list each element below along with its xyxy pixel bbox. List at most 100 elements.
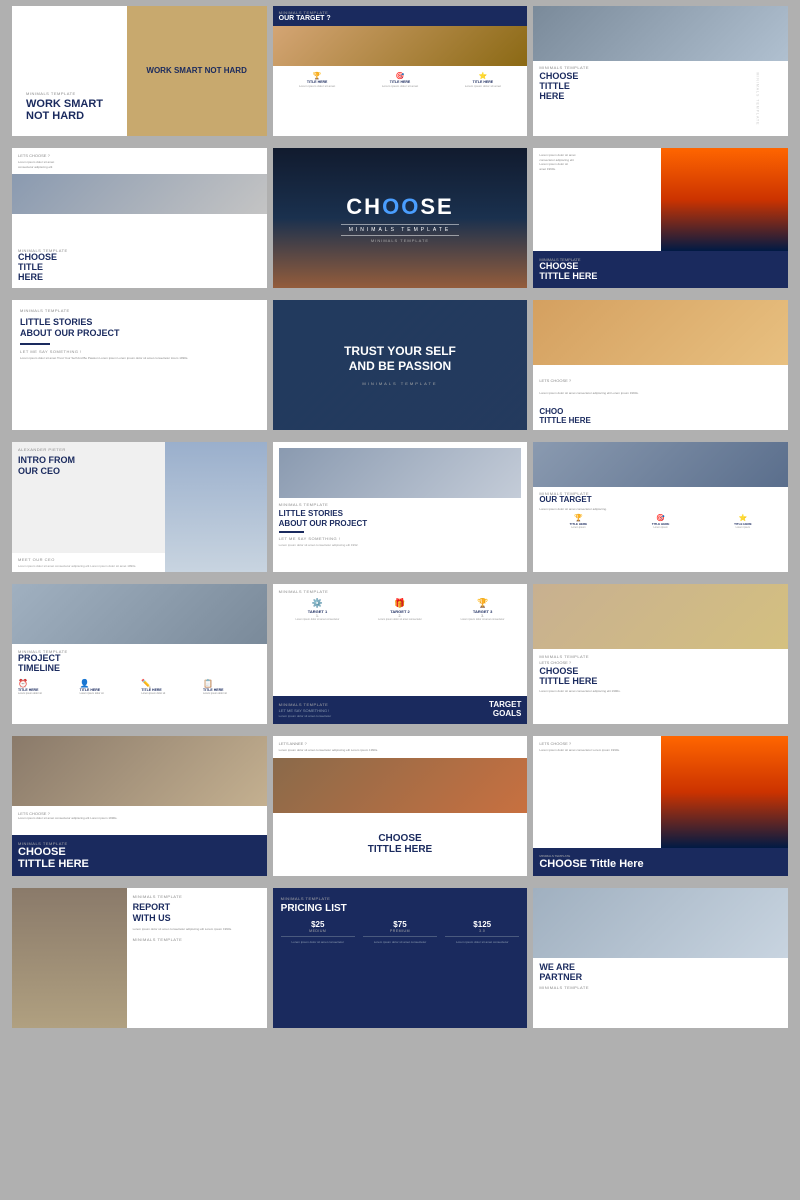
choose-tittle-left-title: CHOOSETITTLE HERE [18,846,261,870]
price2: $75 PREMIUM Lorem ipsum dolor sit amet c… [363,920,437,1020]
price3-name: 3.0 [445,929,519,933]
little-stories-label: MINIMALS TEMPLATE [20,308,259,313]
slide-report: MINIMALS TEMPLATE REPORTWITH US Lorem ip… [12,888,267,1028]
price1-text: Lorem ipsum dolor sit amet consectetur [281,940,355,944]
timeline-icon4: 📋 TITLE HERE Lorem ipsum dolor sit [203,679,261,696]
choose-big-title: CHOOSE [341,194,460,220]
choose-tittle-right-title: CHOOSE Tittle Here [539,858,782,870]
report-mini-label: MINIMALS TEMPLATE [133,937,261,942]
slide-target-goals: MINIMALS TEMPLATE ⚙️ TARGET 1 1. Lorem i… [273,584,528,724]
timeline-icon3: ✏️ TITLE HERE Lorem ipsum dolor sit [141,679,199,696]
price3-text: Lorem ipsum dolor sit amet consectetur [445,940,519,944]
little-stories-subtitle: LET ME SAY SOMETHING ! [20,349,259,354]
lets-choose-r1-sidebar: MINIMALS TEMPLATE [755,72,759,125]
price2-text: Lorem ipsum dolor sit amet consectetur [363,940,437,944]
target-goals-bottom-text: MINIMALS TEMPLATE LET ME SAY SOMETHING !… [279,702,332,718]
we-are-partner-mini: MINIMALS TEMPLATE [539,985,782,990]
little-stories-divider [20,343,50,345]
choose-sunset-bottom: MINIMALS TEMPLATE CHOOSETITTLE HERE [533,251,788,288]
choose-big-mini: MINIMALS TEMPLATE [341,238,460,243]
slide-choose-tittle-right: LETS CHOOSE ? Lorem ipsum dolor sit amet… [533,736,788,876]
choose-sunset-image [661,148,788,251]
our-target-title: OUR TARGET ? [279,15,522,22]
trust-content: TRUST YOUR SELFAND BE PASSION MINIMALS T… [334,334,466,396]
our-target2-icon3: ⭐ TITLE HERE Lorem ipsum [704,514,782,529]
our-target2-icon1: 🏆 TITLE HERE Lorem ipsum [539,514,617,529]
price1-amount: $25 [281,920,355,929]
slide-work-smart: WORK SMART NOT HARD MINIMALS TEMPLATE WO… [12,6,267,136]
choose-sunset-text: Lorem ipsum dolor sit ametconsectetur ad… [533,148,660,251]
trust-title: TRUST YOUR SELFAND BE PASSION [344,344,456,373]
choose-middle-title: CHOOSETITTLE HERE [368,833,432,855]
slide-lets-choose-r1: MINIMALS TEMPLATE CHOOSETITTLEHERE MINIM… [533,6,788,136]
lets-choose-r1-title: CHOOSETITTLEHERE [539,72,782,102]
choose-lets-body: Lorem ipsum dolor sit amet consectetur a… [533,391,788,396]
lets-choose-l2-label: LETS CHOOSE ? [18,153,261,158]
choose-middle-label: LETS ANNEE ? [279,741,522,746]
target1: ⚙️ TARGET 1 1. Lorem ipsum dolor sit ame… [279,598,357,622]
choose-woman-body: Lorem ipsum dolor sit amet consectetur a… [539,689,782,694]
project-timeline-icons: ⏰ TITLE HERE Lorem ipsum dolor sit 👤 TIT… [18,679,261,696]
choose-big-sublabel: MINIMALS TEMPLATE [341,224,460,236]
target-goals-top: MINIMALS TEMPLATE ⚙️ TARGET 1 1. Lorem i… [273,584,528,696]
hand-photo-bottom: MINIMALS TEMPLATE CHOOSETITTLE HERE [12,835,267,876]
project-timeline-image [12,584,267,644]
report-label: MINIMALS TEMPLATE [133,894,261,899]
project-timeline-title: PROJECTTIMELINE [18,654,261,674]
price3-amount: $125 [445,920,519,929]
choose-sunset2-bottom: MINIMALS TEMPLATE CHOOSE Tittle Here [533,848,788,876]
timeline-icon1: ⏰ TITLE HERE Lorem ipsum dolor sit [18,679,76,696]
pricing-title: PRICING LIST [281,903,520,914]
target-goals-bottom: MINIMALS TEMPLATE LET ME SAY SOMETHING !… [273,696,528,724]
our-target-image [273,26,528,66]
little-stories2-image [279,448,522,498]
slide-lets-choose-l2: LETS CHOOSE ? Lorem ipsum dolor sit amet… [12,148,267,288]
our-target2-image [533,442,788,487]
little-stories2-subtitle: LET ME SAY SOMETHING ! [279,536,522,541]
slide-intro-ceo: ALEXANDER PIETER INTRO FROMOUR CEO MEET … [12,442,267,572]
we-are-partner-content: WE AREPARTNER MINIMALS TEMPLATE [533,958,788,1028]
lets-choose-l2-title: CHOOSETITLEHERE [18,253,261,283]
target-icon-1: 🏆 TITLE HERE Lorem ipsum dolor sit amet [279,72,356,88]
slide-choose-middle: LETS ANNEE ? Lorem ipsum dolor sit amet … [273,736,528,876]
work-smart-sign: WORK SMART NOT HARD [142,62,250,80]
slide-choose-lets: LETS CHOOSE ? Lorem ipsum dolor sit amet… [533,300,788,430]
lets-choose-l2-top: LETS CHOOSE ? Lorem ipsum dolor sit amet… [12,148,267,174]
hand-photo-image [12,736,267,806]
report-body: Lorem ipsum dolor sit amet consectetur a… [133,927,261,932]
choose-lets-bottom: CHOOTITTLE HERE [533,404,788,430]
hand-photo-content: LETS CHOOSE ? Lorem ipsum dolor sit amet… [12,806,267,835]
slide-project-timeline: MINIMALS TEMPLATE PROJECTTIMELINE ⏰ TITL… [12,584,267,724]
choose-sunset-body: Lorem ipsum dolor sit ametconsectetur ad… [539,153,654,171]
slide-trust: TRUST YOUR SELFAND BE PASSION MINIMALS T… [273,300,528,430]
our-target2-icon2: 🎯 TITLE HERE Lorem ipsum [622,514,700,529]
report-image [12,888,127,1028]
little-stories-body: Lorem ipsum dolor sit amet Trust Your Se… [20,356,259,361]
trust-mini: MINIMALS TEMPLATE [344,381,456,386]
target3: 🏆 TARGET 3 3. Lorem ipsum dolor sit amet… [444,598,522,622]
report-title: REPORTWITH US [133,902,261,924]
slide-our-target: MINIMALS TEMPLATE OUR TARGET ? 🏆 TITLE H… [273,6,528,136]
our-target2-content: MINIMALS TEMPLATE OUR TARGET Lorem ipsum… [533,487,788,572]
choose-sunset-title: CHOOSETITTLE HERE [539,262,782,282]
target2: 🎁 TARGET 2 2. Lorem ipsum dolor sit amet… [361,598,439,622]
pricing-row: $25 MEDIUM Lorem ipsum dolor sit amet co… [281,920,520,1020]
little-stories2-label: MINIMALS TEMPLATE [279,502,522,507]
price1: $25 MEDIUM Lorem ipsum dolor sit amet co… [281,920,355,1020]
target-goals-targets: ⚙️ TARGET 1 1. Lorem ipsum dolor sit ame… [279,598,522,622]
slide-choose-sunset: Lorem ipsum dolor sit ametconsectetur ad… [533,148,788,288]
we-are-partner-image [533,888,788,958]
our-target2-title: OUR TARGET [539,496,782,505]
slide-choose-tittle-left: LETS CHOOSE ? Lorem ipsum dolor sit amet… [12,736,267,876]
slide-we-are-partner: WE AREPARTNER MINIMALS TEMPLATE [533,888,788,1028]
we-are-partner-title: WE AREPARTNER [539,963,782,983]
slide-little-stories: MINIMALS TEMPLATE LITTLE STORIESABOUT OU… [12,300,267,430]
choose-sunset2-body: Lorem ipsum dolor sit amet consectetur L… [539,748,654,753]
choose-sunset-top: Lorem ipsum dolor sit ametconsectetur ad… [533,148,788,251]
choose-sunset2-image [661,736,788,848]
hand-photo-body: Lorem ipsum dolor sit amet consectetur a… [18,816,261,821]
choose-middle-body: Lorem ipsum dolor sit amet consectetur a… [279,748,522,753]
little-stories-title: LITTLE STORIESABOUT OUR PROJECT [20,317,259,339]
work-smart-title: WORK SMARTNOT HARD [26,98,253,122]
lets-choose-l2-body: Lorem ipsum dolor sit ametconsectetur ad… [18,160,261,169]
